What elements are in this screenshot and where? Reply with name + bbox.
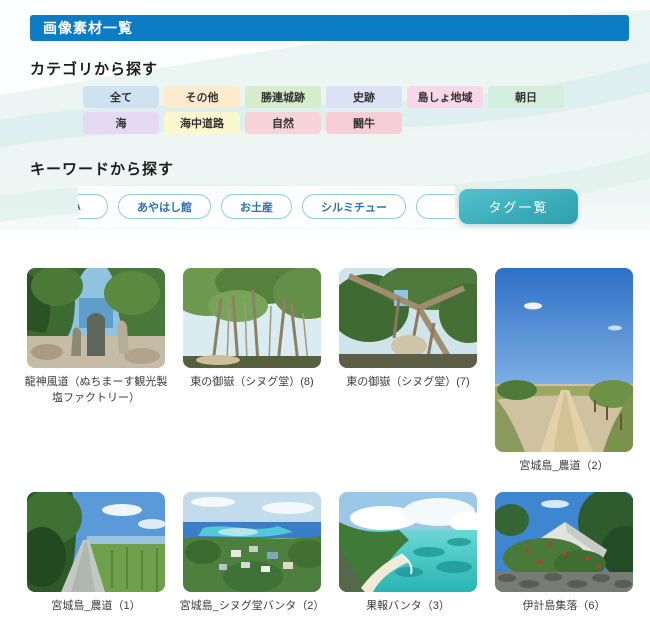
gallery-card-miyagi-road-1[interactable]: 宮城島_農道（1） [27, 492, 165, 615]
category-list: 全て その他 勝連城跡 史跡 島しょ地域 朝日 海 海中道路 自然 闘牛 [83, 86, 583, 134]
category-sunrise[interactable]: 朝日 [488, 86, 564, 108]
gallery-card-miyagi-road-2[interactable]: 宮城島_農道（2） [495, 268, 633, 475]
photo-shinugu-banta-2 [183, 492, 321, 592]
keyword-tag-partial[interactable] [416, 194, 455, 219]
category-sea[interactable]: 海 [83, 112, 159, 134]
image-material-page: 画像素材一覧 カテゴリから探す 全て その他 勝連城跡 史跡 島しょ地域 朝日 … [0, 0, 650, 630]
photo-kafu-banta-3 [339, 492, 477, 592]
photo-caption: 龍神風道（ぬちまーす観光製塩ファクトリー） [21, 375, 171, 407]
tag-list-button[interactable]: タグ一覧 [459, 189, 578, 224]
gallery-card-higashi-utaki-8[interactable]: 東の御嶽（シヌグ堂）(8) [183, 268, 321, 391]
gallery-card-ryujin-fudo[interactable]: 龍神風道（ぬちまーす観光製塩ファクトリー） [27, 268, 165, 407]
category-nature[interactable]: 自然 [245, 112, 321, 134]
photo-higashi-utaki-7 [339, 268, 477, 368]
photo-ikei-village-6 [495, 492, 633, 592]
keyword-tag-wa[interactable]: WA [78, 194, 108, 219]
page-title: 画像素材一覧 [30, 15, 629, 41]
photo-miyagi-road-2 [495, 268, 633, 452]
keyword-tag-ayahashikan[interactable]: あやはし館 [118, 194, 211, 219]
photo-caption: 宮城島_農道（1） [21, 599, 171, 615]
photo-caption: 伊計島集落（6） [489, 599, 639, 615]
category-all[interactable]: 全て [83, 86, 159, 108]
photo-caption: 宮城島_農道（2） [489, 459, 639, 475]
keyword-heading: キーワードから探す [30, 158, 174, 179]
keyword-tag-omiyage[interactable]: お土産 [221, 194, 292, 219]
photo-caption: 東の御嶽（シヌグ堂）(8) [177, 375, 327, 391]
category-bullfight[interactable]: 闘牛 [326, 112, 402, 134]
gallery-card-shinugu-banta-2[interactable]: 宮城島_シヌグ堂バンタ（2） [183, 492, 321, 615]
photo-miyagi-road-1 [27, 492, 165, 592]
category-heading: カテゴリから探す [30, 58, 158, 79]
category-islands[interactable]: 島しょ地域 [407, 86, 483, 108]
photo-ryujin-fudo [27, 268, 165, 368]
category-historic[interactable]: 史跡 [326, 86, 402, 108]
gallery-card-higashi-utaki-7[interactable]: 東の御嶽（シヌグ堂）(7) [339, 268, 477, 391]
photo-higashi-utaki-8 [183, 268, 321, 368]
gallery-card-kafu-banta-3[interactable]: 果報バンタ（3） [339, 492, 477, 615]
photo-caption: 宮城島_シヌグ堂バンタ（2） [177, 599, 327, 615]
category-kaichu-doro[interactable]: 海中道路 [164, 112, 240, 134]
photo-caption: 東の御嶽（シヌグ堂）(7) [333, 375, 483, 391]
gallery-card-ikei-village-6[interactable]: 伊計島集落（6） [495, 492, 633, 615]
category-other[interactable]: その他 [164, 86, 240, 108]
keyword-tag-strip: WA あやはし館 お土産 シルミチュー [78, 186, 455, 227]
keyword-tag-shirumichu[interactable]: シルミチュー [302, 194, 406, 219]
photo-caption: 果報バンタ（3） [333, 599, 483, 615]
category-katsuren[interactable]: 勝連城跡 [245, 86, 321, 108]
